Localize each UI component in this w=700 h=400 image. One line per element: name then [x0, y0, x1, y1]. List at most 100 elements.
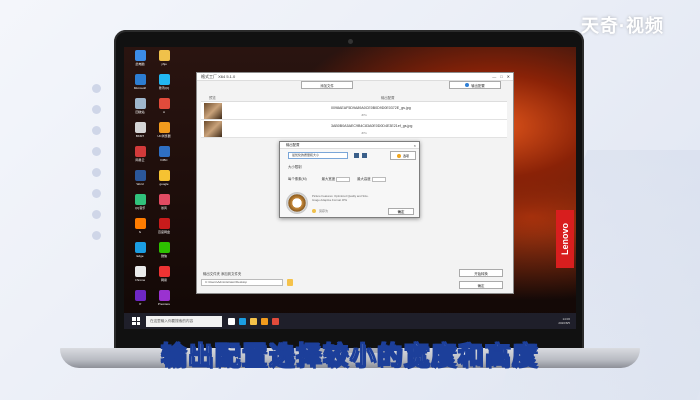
desktop-icon-label: ICBC — [160, 158, 168, 162]
desktop-icon[interactable]: 微信 — [154, 242, 174, 264]
app-icon — [158, 218, 170, 229]
folder-icon[interactable] — [287, 279, 293, 286]
desktop-icon[interactable]: 回收站 — [130, 98, 150, 120]
webcam-icon — [348, 39, 353, 44]
save-icon — [312, 209, 316, 213]
app-icon — [158, 146, 170, 157]
app-icon — [134, 266, 146, 277]
desktop-icon-label: Word — [136, 182, 144, 186]
ok-button[interactable]: 确定 — [459, 281, 503, 289]
watermark: 天奇·视频 — [581, 16, 664, 36]
file-format: JPG — [361, 131, 367, 135]
desktop-icon-label: QQ音乐 — [134, 206, 146, 210]
desktop-icon[interactable]: Chrome — [130, 266, 150, 288]
desktop-icon[interactable]: Edge — [130, 242, 150, 264]
desktop-icon[interactable]: google — [154, 170, 174, 192]
desktop-icon-label: Edge — [136, 254, 144, 258]
desktop-icon-label: 腾讯QQ — [158, 86, 170, 90]
pixel-label: 每个像素(M) — [288, 177, 307, 181]
desktop-icon[interactable]: Premiere — [154, 290, 174, 312]
height-field[interactable] — [371, 176, 386, 182]
app-icon — [158, 290, 170, 301]
desktop-icon[interactable]: BKMT — [130, 122, 150, 144]
maximize-button[interactable]: □ — [500, 74, 502, 80]
app-icon — [158, 170, 170, 181]
desktop-icon[interactable]: Microsoft — [130, 74, 150, 96]
desktop-icon-label: A — [162, 110, 165, 114]
desktop-icon[interactable]: 暴风 — [154, 194, 174, 216]
window-titlebar: 格式工厂 X64 5.1.0 — □ ✕ — [197, 73, 513, 81]
output-path-field[interactable]: C:\Users\Administrator\Desktop — [201, 279, 283, 286]
desktop-icon[interactable]: yhjo — [154, 50, 174, 72]
desktop-icon[interactable]: 网易云 — [130, 146, 150, 168]
app-icon[interactable] — [272, 317, 279, 325]
taskbar-search-input[interactable]: 在这里输入你要搜索的内容 — [146, 315, 222, 327]
width-label: 最大宽度 — [321, 177, 336, 181]
app-icon — [134, 50, 146, 61]
desktop-icon[interactable]: 腾讯QQ — [154, 74, 174, 96]
app-icon — [158, 266, 170, 277]
desktop-icon-label: 微信 — [160, 254, 167, 258]
desktop-icon-label: Microsoft — [133, 86, 147, 90]
dialog-ok-button[interactable]: 确定 — [388, 208, 414, 215]
size-limit-row: 大小限制 — [288, 165, 302, 169]
load-preset-icon[interactable] — [362, 153, 367, 158]
clock-date: 2020/8/5 — [558, 321, 570, 325]
file-row[interactable]: 0098AEAF5D9A89A0CE0B0D9D0E0372E_gs.jpg J… — [201, 102, 507, 120]
desktop-icon-label: Pr — [138, 302, 142, 306]
task-view-icon[interactable] — [228, 317, 235, 325]
desktop-icon[interactable]: 百度网盘 — [154, 218, 174, 240]
save-preset-icon[interactable] — [354, 153, 359, 158]
video-subtitle: 输出配置选择较小的宽度和高度 — [160, 342, 539, 371]
preset-select[interactable]: 最优化的质量和大小 — [288, 152, 348, 159]
app-icon — [134, 194, 146, 205]
add-file-button[interactable]: 添加文件 — [301, 81, 353, 89]
preset-description: Picture Features: Optimized Quality and … — [312, 194, 369, 202]
windows-start-icon[interactable] — [132, 317, 140, 325]
options-button[interactable]: 选项 — [390, 151, 416, 160]
lenovo-logo: Lenovo — [556, 210, 574, 268]
file-explorer-icon[interactable] — [250, 317, 257, 325]
desktop-icon-label: 网易 — [160, 278, 167, 282]
desktop-icon[interactable]: Word — [130, 170, 150, 192]
width-field[interactable] — [336, 176, 351, 182]
desktop-icon[interactable]: 网易 — [154, 266, 174, 288]
desktop-icon-label: 此电脑 — [135, 62, 145, 66]
desktop-icon-label: google — [159, 182, 169, 186]
app-icon — [134, 218, 146, 229]
background-dots — [92, 84, 106, 252]
file-name: 3AB0B0A5AEC9B4C83A0E0D0D4E3E21ef_gs.jpg — [331, 124, 413, 128]
start-convert-button[interactable]: 开始转换 — [459, 269, 503, 277]
app-icon — [158, 98, 170, 109]
file-row[interactable]: 3AB0B0A5AEC9B4C83A0E0D0D4E3E21ef_gs.jpg … — [201, 120, 507, 138]
desktop-icon[interactable]: A — [154, 98, 174, 120]
dialog-close-icon[interactable]: × — [414, 142, 416, 149]
output-folder-label: 输出文件夹 添加到文件夹 — [203, 272, 242, 276]
desktop-icon[interactable]: 此电脑 — [130, 50, 150, 72]
desktop-icons: 此电脑 yhjo Microsoft 腾讯QQ 回收站 A BKMT UC浏览器网易云 ICBC… — [130, 50, 176, 312]
desktop-icon[interactable]: Pr — [130, 290, 150, 312]
desktop-icon[interactable]: QQ音乐 — [130, 194, 150, 216]
format-factory-icon[interactable] — [261, 317, 268, 325]
system-tray[interactable]: 14:06 2020/8/5 — [558, 317, 570, 325]
dialog-title: 输出配置 — [286, 143, 300, 147]
desktop-icon[interactable]: Ai — [130, 218, 150, 240]
app-icon — [134, 242, 146, 253]
settings-icon — [465, 83, 470, 87]
output-settings-dialog: 输出配置 × 最优化的质量和大小 选项 大小限制 每个像素(M) 最大宽度 最大… — [279, 141, 420, 218]
output-folder-bar: 输出文件夹 添加到文件夹 C:\Users\Administrator\Desk… — [201, 269, 507, 291]
minimize-button[interactable]: — — [492, 74, 496, 80]
edge-icon[interactable] — [239, 317, 246, 325]
windows-taskbar: 在这里输入你要搜索的内容 14:06 2020/8/5 — [124, 313, 576, 329]
app-icon — [158, 122, 170, 133]
desktop-icon[interactable]: UC浏览器 — [154, 122, 174, 144]
save-as-row: 另存为 — [312, 208, 358, 214]
image-thumbnail — [204, 121, 222, 137]
desktop-icon-label: 回收站 — [135, 110, 145, 114]
output-settings-button[interactable]: 输出配置 — [449, 81, 501, 89]
desktop-icon-label: 网易云 — [135, 158, 145, 162]
desktop-icon[interactable]: ICBC — [154, 146, 174, 168]
close-button[interactable]: ✕ — [507, 74, 510, 80]
desktop-icon-label: Ai — [138, 230, 142, 234]
app-icon — [134, 290, 146, 301]
